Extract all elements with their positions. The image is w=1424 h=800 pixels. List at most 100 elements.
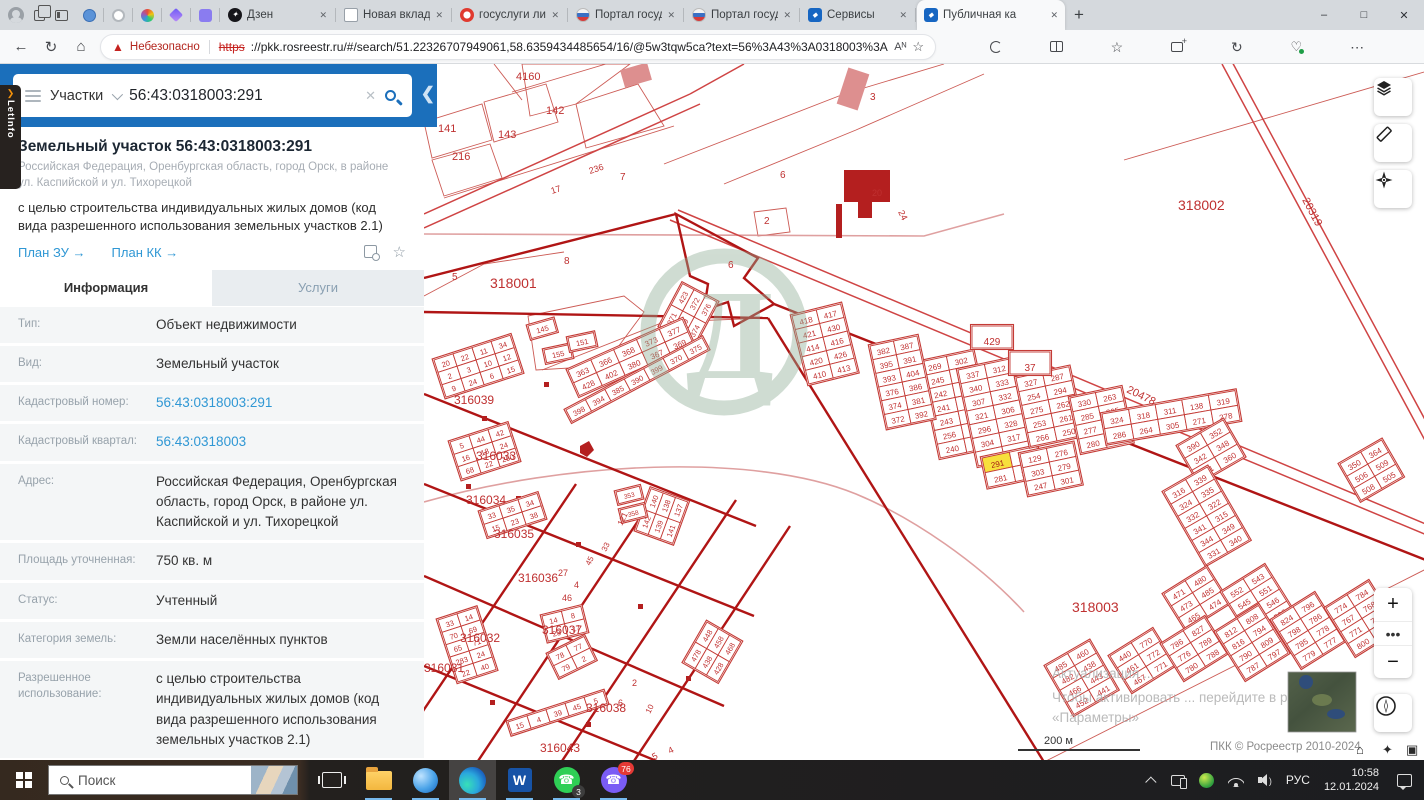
- favorite-star-icon[interactable]: ☆: [912, 39, 924, 55]
- refresh-button[interactable]: ↻: [36, 33, 66, 61]
- tab-active[interactable]: ◆ Публичная ка ✕: [917, 0, 1065, 30]
- close-button[interactable]: ✕: [1384, 0, 1424, 30]
- plan-link[interactable]: План КК →: [112, 245, 179, 260]
- minimap-toggle-icon[interactable]: ▣: [1406, 742, 1418, 757]
- measure-button[interactable]: [1374, 124, 1412, 162]
- compass-button[interactable]: [1374, 694, 1412, 732]
- tab-close-icon[interactable]: ✕: [899, 10, 907, 21]
- minimize-button[interactable]: –: [1304, 0, 1344, 30]
- menu-icon[interactable]: [25, 89, 41, 102]
- tab-close-icon[interactable]: ✕: [435, 10, 443, 21]
- parcel-block[interactable]: 151: [565, 330, 599, 354]
- parcel-block[interactable]: 145: [525, 316, 560, 342]
- tab-close-icon[interactable]: ✕: [551, 10, 559, 21]
- explorer-taskbar-icon[interactable]: [355, 760, 402, 800]
- more-menu-icon[interactable]: ⋯: [1350, 40, 1364, 54]
- viber-taskbar-icon[interactable]: ☎ 76: [590, 760, 637, 800]
- volume-icon[interactable]: ): [1257, 774, 1272, 786]
- zoom-out-button[interactable]: −: [1374, 645, 1412, 678]
- profile-avatar[interactable]: [8, 7, 24, 23]
- tab[interactable]: ✦ Дзен ✕: [221, 0, 334, 30]
- browser-essentials-icon[interactable]: ♡: [1291, 39, 1304, 55]
- photos-taskbar-icon[interactable]: [402, 760, 449, 800]
- squares-purple-icon[interactable]: [192, 0, 218, 30]
- edge-taskbar-icon[interactable]: [449, 760, 496, 800]
- letinfo-side-tab[interactable]: ❯ LetInfo: [0, 85, 21, 189]
- home-icon[interactable]: ⌂: [1356, 742, 1364, 757]
- tab[interactable]: госуслуги лична ✕: [453, 0, 566, 30]
- circle-color-icon[interactable]: [134, 0, 160, 30]
- tab-close-icon[interactable]: ✕: [319, 10, 327, 21]
- cast-device-icon[interactable]: [1170, 774, 1187, 789]
- locate-object-button[interactable]: [1374, 170, 1412, 208]
- search-icon[interactable]: [385, 90, 396, 101]
- whatsapp-taskbar-icon[interactable]: ☎ 3: [543, 760, 590, 800]
- parcel-block[interactable]: 350364506509508505: [1337, 437, 1406, 504]
- search-input[interactable]: [129, 86, 357, 105]
- parcel-block[interactable]: 353: [613, 483, 645, 507]
- minimap[interactable]: [1287, 671, 1357, 733]
- split-screen-icon[interactable]: [1049, 41, 1063, 52]
- diamond-purple-icon[interactable]: [163, 0, 189, 30]
- tab[interactable]: Портал государ ✕: [569, 0, 682, 30]
- green-app-icon[interactable]: [1198, 772, 1214, 788]
- workspaces-icon[interactable]: [34, 4, 51, 21]
- circle-gray-icon[interactable]: [105, 0, 131, 30]
- tab-services[interactable]: Услуги: [212, 269, 424, 306]
- parcel-block[interactable]: 429: [969, 323, 1015, 351]
- search-highlight-image[interactable]: [251, 766, 297, 794]
- security-warning[interactable]: Небезопасно: [130, 41, 200, 53]
- map-canvas[interactable]: 2693022452832422902412552432842562992402…: [424, 64, 1424, 760]
- parcel-block[interactable]: 37: [1007, 349, 1053, 377]
- tray-expand-icon[interactable]: [1145, 776, 1157, 788]
- row-value-link[interactable]: 56:43:0318003:291: [156, 393, 424, 413]
- marker-icon[interactable]: ✦: [1382, 742, 1393, 757]
- wifi-icon[interactable]: [1227, 774, 1244, 787]
- clear-icon[interactable]: ✕: [365, 88, 376, 104]
- search-category[interactable]: Участки: [50, 88, 103, 104]
- tab-close-icon[interactable]: ✕: [667, 10, 675, 21]
- clock[interactable]: 10:58 12.01.2024: [1324, 766, 1379, 795]
- url-text[interactable]: ://pkk.rosreestr.ru/#/search/51.22326707…: [251, 40, 889, 54]
- home-button[interactable]: ⌂: [66, 33, 96, 61]
- globe-blue-icon[interactable]: [76, 0, 102, 30]
- layers-button[interactable]: [1374, 78, 1412, 116]
- back-button[interactable]: ←: [6, 33, 36, 61]
- tab[interactable]: Новая вкладка ✕: [337, 0, 450, 30]
- plan-link[interactable]: План ЗУ →: [18, 245, 86, 260]
- parcel-block[interactable]: 786827776789780788: [1159, 614, 1230, 683]
- read-aloud-icon[interactable]: Aᴺ: [894, 41, 906, 53]
- new-tab-button[interactable]: +: [1065, 1, 1093, 29]
- maximize-button[interactable]: □: [1344, 0, 1384, 30]
- search-box[interactable]: Участки ✕: [13, 74, 412, 117]
- collections-icon[interactable]: [1171, 36, 1187, 52]
- tab-actions-icon[interactable]: [55, 9, 68, 21]
- tab-close-icon[interactable]: ✕: [1050, 10, 1058, 21]
- language-indicator[interactable]: РУС: [1286, 773, 1310, 787]
- tab[interactable]: Портал государ ✕: [685, 0, 798, 30]
- collapse-panel-button[interactable]: ❮: [421, 84, 435, 104]
- parcel-block[interactable]: 440770461772467771: [1107, 626, 1178, 695]
- tab[interactable]: ◆ Сервисы ✕: [801, 0, 914, 30]
- start-button[interactable]: [0, 760, 48, 800]
- history-icon[interactable]: ↻: [1231, 40, 1243, 54]
- zoom-in-button[interactable]: +: [1374, 588, 1412, 621]
- cadastral-map[interactable]: 2693022452832422902412552432842562992402…: [424, 64, 1424, 760]
- favorites-bar-icon[interactable]: ☆: [1111, 40, 1124, 54]
- taskbar-search[interactable]: Поиск: [48, 765, 298, 795]
- parcel-block[interactable]: 316339324335332322341315344349331340: [1161, 464, 1253, 568]
- zoom-menu-button[interactable]: •••: [1374, 621, 1412, 645]
- task-view-taskbar-icon[interactable]: [308, 760, 355, 800]
- tab-close-icon[interactable]: ✕: [783, 10, 791, 21]
- tab-information[interactable]: Информация: [0, 269, 212, 306]
- address-bar[interactable]: ▲ Небезопасно https ://pkk.rosreestr.ru/…: [100, 33, 936, 60]
- word-taskbar-icon[interactable]: W: [496, 760, 543, 800]
- notification-center-icon[interactable]: [1397, 773, 1412, 790]
- parcel-block[interactable]: 382 387395 391393 404376 386374 381372 392: [867, 333, 937, 431]
- doc-search-icon[interactable]: [363, 244, 380, 261]
- copilot-icon[interactable]: [989, 40, 1002, 53]
- parcel-block[interactable]: 20221134231012924615: [431, 332, 525, 400]
- chevron-down-icon[interactable]: [111, 88, 124, 100]
- favorite-parcel-icon[interactable]: ☆: [393, 245, 406, 260]
- row-value-link[interactable]: 56:43:0318003: [156, 432, 424, 452]
